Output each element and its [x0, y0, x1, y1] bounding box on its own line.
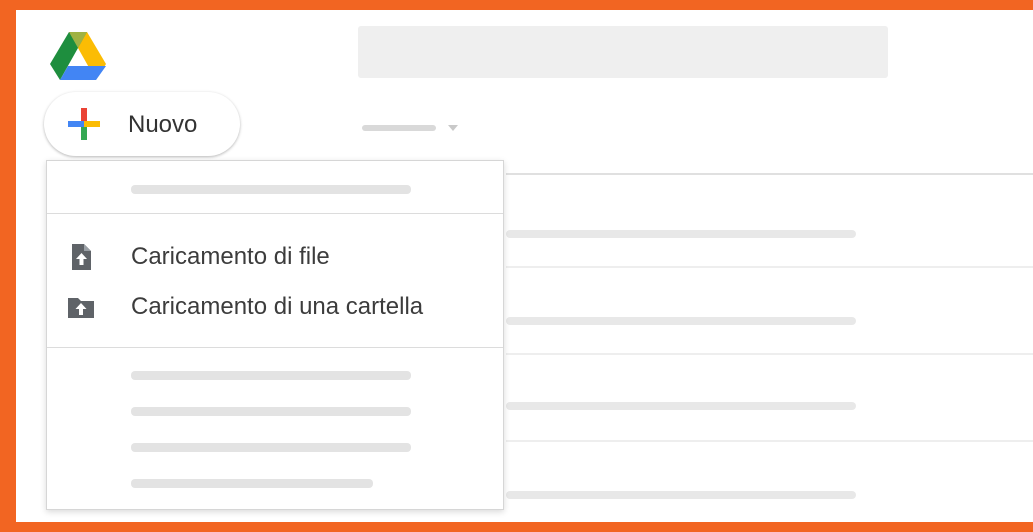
menu-item-placeholder[interactable]	[131, 443, 411, 452]
list-header-divider	[506, 173, 1033, 175]
menu-item-file-upload[interactable]: Caricamento di file	[47, 233, 503, 279]
row-divider	[506, 353, 1033, 355]
menu-divider	[47, 347, 503, 348]
menu-item-label: Caricamento di una cartella	[131, 293, 424, 320]
menu-item-placeholder[interactable]	[131, 407, 411, 416]
list-item[interactable]	[506, 317, 856, 325]
file-upload-icon	[72, 244, 91, 270]
menu-item-placeholder[interactable]	[131, 185, 411, 194]
menu-divider	[47, 213, 503, 214]
google-drive-logo-icon[interactable]	[50, 30, 106, 82]
row-divider	[506, 440, 1033, 442]
list-item[interactable]	[506, 230, 856, 238]
chevron-down-icon	[448, 125, 458, 131]
menu-item-label: Caricamento di file	[131, 243, 330, 270]
filter-dropdown[interactable]	[362, 120, 472, 136]
plus-icon	[68, 108, 100, 140]
new-menu: Caricamento di file Caricamento di una c…	[46, 160, 504, 510]
folder-upload-icon	[68, 298, 94, 318]
new-button-label: Nuovo	[128, 111, 198, 138]
file-list	[506, 173, 1033, 522]
list-item[interactable]	[506, 491, 856, 499]
row-divider	[506, 266, 1033, 268]
menu-item-folder-upload[interactable]: Caricamento di una cartella	[47, 283, 503, 329]
search-bar-placeholder[interactable]	[358, 26, 888, 78]
drive-window: Nuovo Caricamento di file Caricamento di…	[16, 10, 1033, 522]
filter-dropdown-placeholder	[362, 125, 436, 131]
menu-item-placeholder[interactable]	[131, 371, 411, 380]
new-button[interactable]: Nuovo	[44, 92, 240, 156]
menu-item-placeholder[interactable]	[131, 479, 373, 488]
list-item[interactable]	[506, 402, 856, 410]
